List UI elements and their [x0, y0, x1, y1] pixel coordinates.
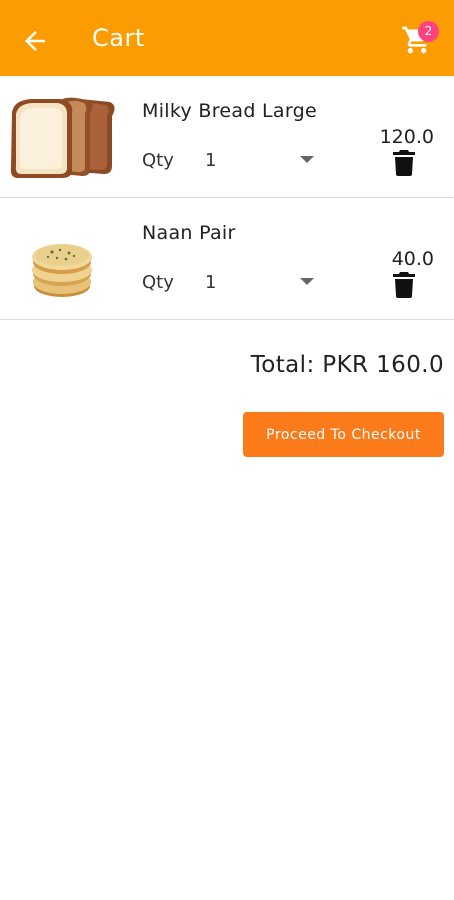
app-bar: Cart 2	[0, 0, 454, 76]
trash-icon	[393, 272, 415, 298]
delete-item-button[interactable]	[393, 272, 415, 298]
trash-icon	[393, 150, 415, 176]
item-price: 40.0	[391, 248, 434, 270]
item-name: Milky Bread Large	[142, 100, 317, 122]
quantity-dropdown[interactable]: 1	[196, 142, 324, 178]
delete-item-button[interactable]	[393, 150, 415, 176]
sliced-bread-image	[10, 97, 115, 178]
dropdown-arrow-icon	[300, 156, 314, 163]
item-name: Naan Pair	[142, 222, 236, 244]
quantity-value: 1	[205, 272, 217, 293]
quantity-value: 1	[205, 150, 217, 171]
proceed-to-checkout-button[interactable]: Proceed To Checkout	[243, 412, 444, 457]
item-price: 120.0	[379, 126, 434, 148]
naan-bread-image	[32, 244, 92, 297]
cart-item: Naan Pair Qty 1 40.0	[0, 198, 454, 320]
cart-count-badge: 2	[418, 21, 439, 42]
cart-item: Milky Bread Large Qty 1 120.0	[0, 76, 454, 198]
qty-label: Qty	[142, 272, 174, 293]
back-button[interactable]	[20, 26, 50, 56]
arrow-left-icon	[25, 31, 45, 51]
quantity-dropdown[interactable]: 1	[196, 264, 324, 300]
cart-total: Total: PKR 160.0	[250, 352, 444, 378]
page-title: Cart	[92, 24, 145, 52]
dropdown-arrow-icon	[300, 278, 314, 285]
qty-label: Qty	[142, 150, 174, 171]
